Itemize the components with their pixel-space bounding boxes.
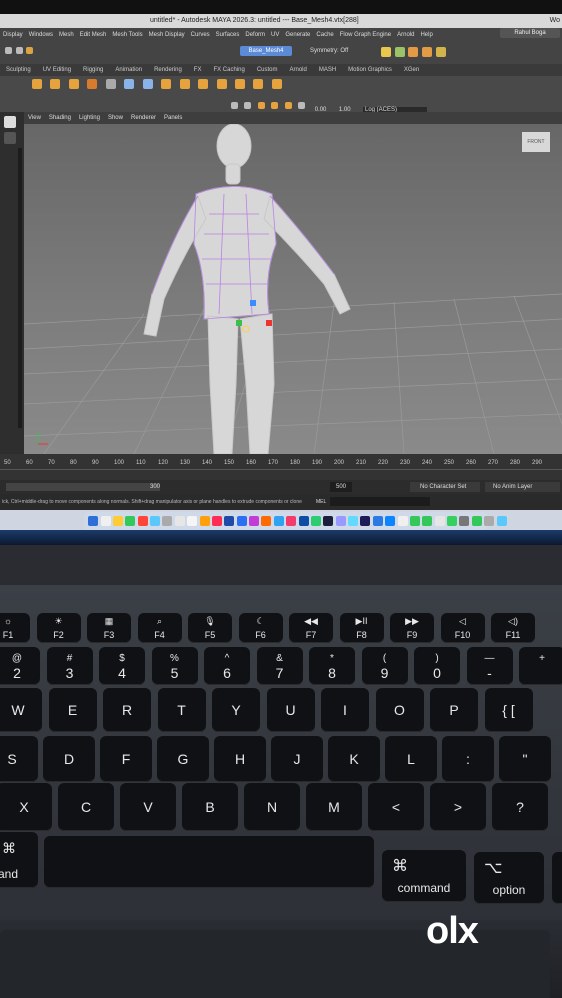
arrow-left-key[interactable]	[552, 852, 562, 904]
number-key[interactable]: ^ 6	[204, 647, 250, 685]
space-bar[interactable]	[44, 836, 374, 888]
letter-key[interactable]: X	[0, 783, 52, 831]
letter-key[interactable]: I	[321, 688, 369, 732]
letter-key[interactable]: ?	[492, 783, 548, 831]
letter-key[interactable]: M	[306, 783, 362, 831]
letter-key[interactable]: >	[430, 783, 486, 831]
function-key[interactable]: ☾ F6	[238, 613, 283, 643]
letter-key[interactable]: W	[0, 688, 42, 732]
letter-key[interactable]: E	[48, 688, 97, 732]
option-key[interactable]: ⌥ option	[474, 852, 544, 904]
letter-key[interactable]: U	[266, 688, 315, 732]
right-command-key[interactable]: ⌘ command	[382, 850, 466, 902]
letter-key[interactable]: G	[157, 736, 209, 782]
number-key[interactable]: % 5	[151, 647, 198, 685]
letter-key[interactable]: "	[499, 736, 551, 782]
letter-key[interactable]: O	[375, 688, 424, 732]
letter-key[interactable]: J	[271, 736, 323, 782]
letter-key[interactable]: <	[368, 783, 424, 831]
letter-key[interactable]: V	[120, 783, 176, 831]
number-key[interactable]: (9	[361, 647, 408, 685]
number-key[interactable]: $4	[99, 647, 145, 685]
function-key[interactable]: ◁ F10	[440, 613, 485, 643]
function-key[interactable]: ☀ F2	[36, 613, 81, 643]
letter-key[interactable]: :	[442, 736, 494, 782]
olx-watermark: olx	[426, 910, 479, 952]
function-key[interactable]: ◁) F11	[491, 613, 535, 643]
function-key[interactable]: ⌕ F4	[137, 613, 182, 643]
letter-key[interactable]: S	[0, 736, 38, 782]
letter-key[interactable]: R	[103, 688, 151, 732]
letter-key[interactable]: C	[58, 783, 114, 831]
number-key[interactable]: * 8	[309, 647, 355, 685]
letter-key[interactable]: Y	[212, 688, 260, 732]
number-key[interactable]: & 7	[256, 647, 303, 685]
function-key[interactable]: ▶II F8	[339, 613, 384, 643]
letter-key[interactable]: F	[100, 736, 152, 782]
number-key[interactable]: ) 0	[414, 647, 460, 685]
letter-key[interactable]: B	[182, 783, 238, 831]
function-key[interactable]: 🎙 F5	[188, 613, 232, 643]
number-key[interactable]: @2	[0, 647, 40, 685]
letter-key[interactable]: N	[244, 783, 300, 831]
number-key[interactable]: +	[519, 647, 562, 685]
letter-key[interactable]: H	[214, 736, 266, 782]
left-command-key[interactable]: ⌘ and	[0, 832, 38, 888]
number-key[interactable]: — -	[466, 647, 513, 685]
letter-key[interactable]: P	[430, 688, 478, 732]
function-key[interactable]: ◀◀ F7	[289, 613, 333, 643]
letter-key[interactable]: K	[328, 736, 380, 782]
function-key[interactable]: ▦ F3	[87, 613, 131, 643]
letter-key[interactable]: { [	[484, 688, 533, 732]
function-key[interactable]: ▶▶ F9	[390, 613, 434, 643]
function-key[interactable]: ☼ F1	[0, 613, 30, 643]
letter-key[interactable]: D	[43, 736, 95, 782]
number-key[interactable]: #3	[46, 647, 93, 685]
letter-key[interactable]: T	[157, 688, 206, 732]
letter-key[interactable]: L	[385, 736, 437, 782]
